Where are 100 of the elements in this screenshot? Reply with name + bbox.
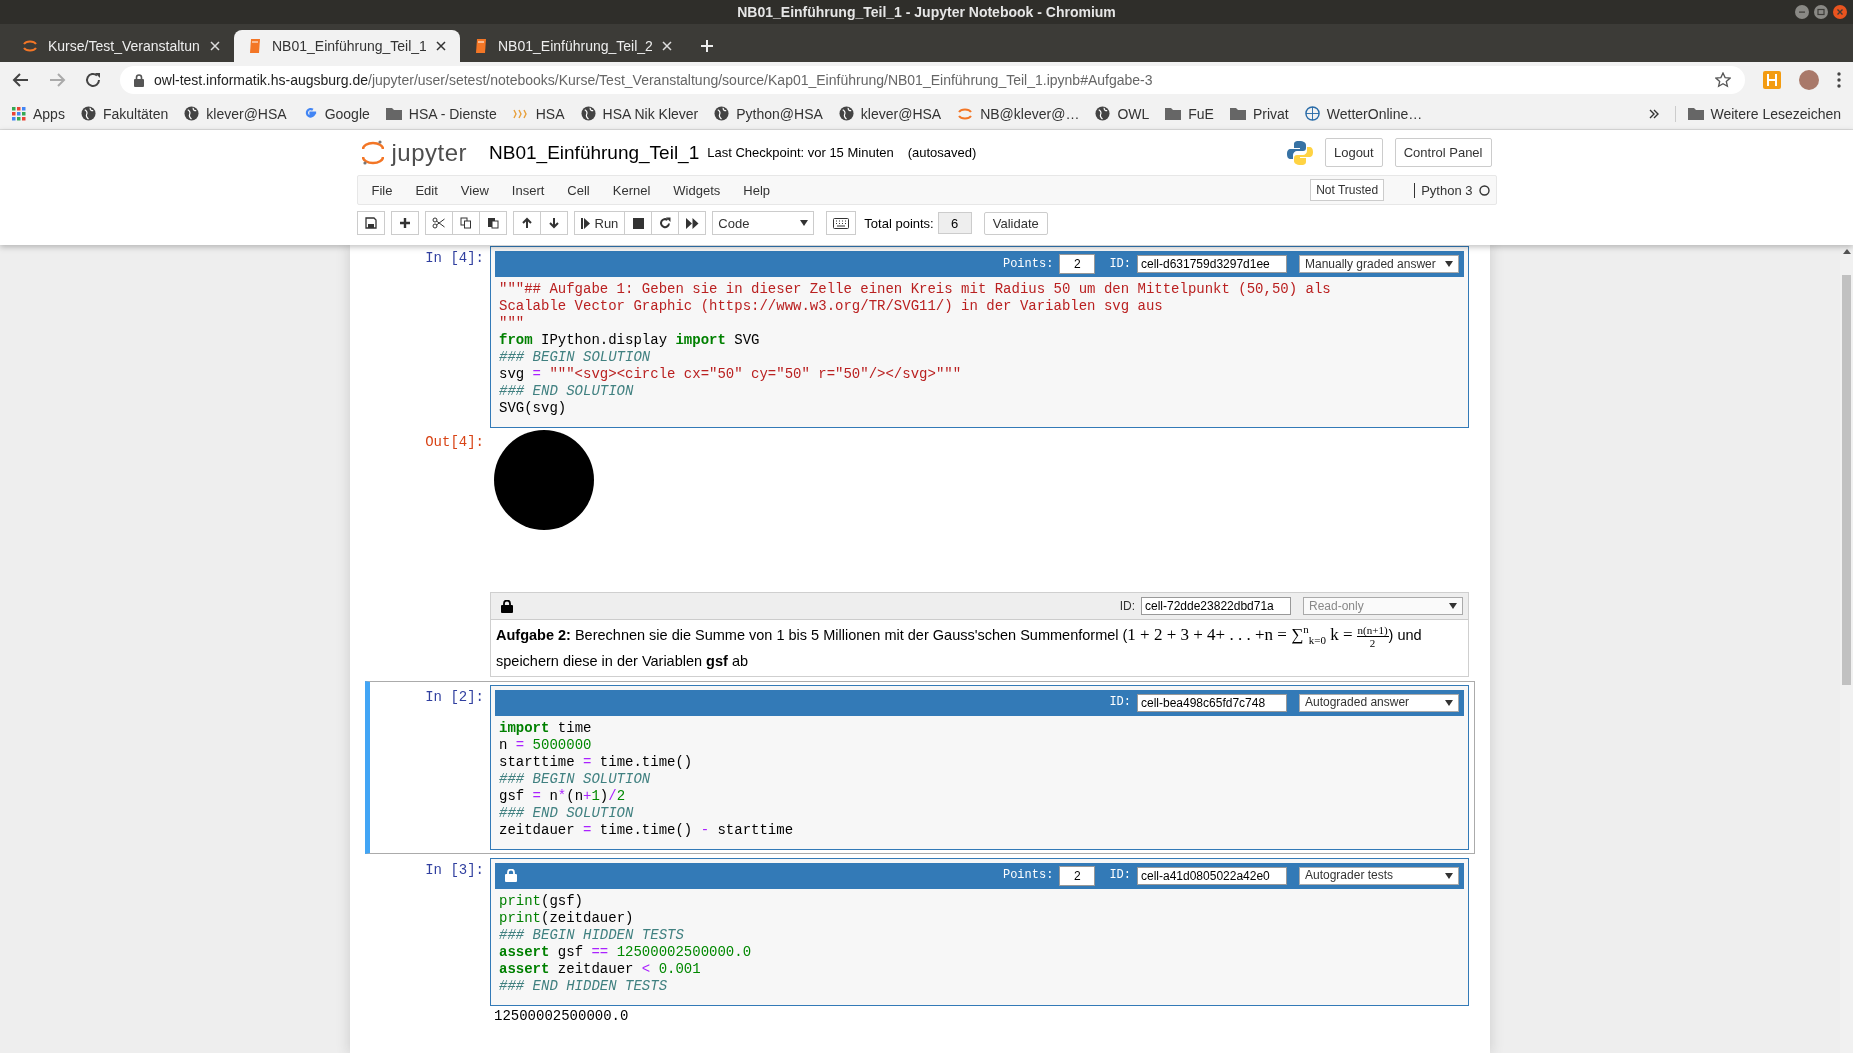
save-button[interactable]	[356, 211, 385, 235]
plus-icon	[398, 217, 411, 229]
bookmark[interactable]: Apps	[12, 105, 65, 122]
move-up-button[interactable]	[512, 211, 541, 235]
bookmark[interactable]: Fakultäten	[80, 105, 169, 122]
star-icon[interactable]	[1715, 72, 1731, 88]
cell-type-dropdown[interactable]: Manually graded answer	[1299, 255, 1459, 273]
bookmark[interactable]: HSA Nik Klever	[580, 105, 699, 122]
wave-icon	[512, 107, 529, 120]
chevron-icon[interactable]	[1648, 108, 1659, 119]
menu-item[interactable]: Insert	[503, 182, 560, 198]
header-button[interactable]: Logout	[1324, 138, 1383, 167]
more-icon[interactable]	[1837, 72, 1841, 88]
globe-icon	[714, 106, 730, 121]
cell-type-dropdown[interactable]: Code	[712, 211, 815, 235]
validate-button[interactable]: Validate	[983, 211, 1048, 235]
close-icon[interactable]	[436, 41, 446, 51]
code-line: ### END HIDDEN TESTS	[499, 977, 669, 995]
trust-button[interactable]: Not Trusted	[1310, 179, 1385, 201]
points-field[interactable]: 2	[1059, 865, 1096, 886]
stop-icon	[632, 217, 644, 229]
id-field[interactable]: cell-d631759d3297d1ee	[1137, 255, 1287, 273]
run-all-button[interactable]	[678, 211, 707, 235]
bookmark[interactable]: HSA	[512, 105, 565, 122]
code-line: ### END SOLUTION	[499, 804, 635, 822]
code-line: n = 5000000	[499, 736, 593, 754]
code-line: print(zeitdauer)	[499, 909, 635, 927]
caret-icon	[1445, 699, 1453, 706]
move-down-button[interactable]	[539, 211, 568, 235]
bookmark-label: klever@HSA	[206, 105, 287, 122]
notebook-cell[interactable]: In [2]: ID: cell-bea498c65fd7c748 Autograded answer import time n = 5000000 starttime = time.time() ### BEGIN SOLUTION gsf = n*(n+1)/2 ### END SOLUTION zeitdauer = time.time() - starttime	[365, 680, 1475, 854]
minimize-icon[interactable]	[1795, 5, 1809, 19]
id-field[interactable]: cell-a41d0805022a42e0	[1137, 866, 1287, 885]
bookmark-label: WetterOnline…	[1326, 105, 1423, 122]
bookmark[interactable]: Privat	[1229, 105, 1289, 122]
header-button[interactable]: Control Panel	[1394, 138, 1492, 167]
back-icon[interactable]	[12, 71, 30, 89]
bookmark[interactable]: FuE	[1165, 105, 1214, 122]
output-prompt: Out[4]:	[425, 434, 484, 450]
restart-icon	[659, 217, 672, 229]
keyboard-button[interactable]	[826, 211, 857, 235]
id-field[interactable]: cell-bea498c65fd7c748	[1137, 693, 1287, 712]
menu-item[interactable]: Widgets	[665, 182, 736, 198]
copy-button[interactable]	[451, 211, 480, 235]
globe-icon	[184, 106, 200, 121]
avatar-icon[interactable]	[1799, 70, 1819, 90]
bookmark[interactable]: NB@klever@…	[957, 105, 1080, 122]
scroll-thumb[interactable]	[1842, 275, 1851, 685]
bookmark[interactable]: Google	[302, 105, 370, 122]
paste-button[interactable]	[478, 211, 507, 235]
browser-tab[interactable]: Kurse/Test_Veranstaltun	[8, 30, 234, 62]
browser-tab[interactable]: NB01_Einführung_Teil_1	[234, 30, 460, 62]
browser-tab[interactable]: NB01_Einführung_Teil_2	[460, 30, 686, 62]
menu-item[interactable]: File	[363, 182, 408, 198]
points-field[interactable]: 2	[1059, 254, 1096, 274]
scissors-icon	[432, 217, 445, 229]
bookmark[interactable]: Weitere Lesezeichen	[1674, 105, 1841, 122]
id-label: ID:	[1109, 867, 1131, 885]
arrow-down-icon	[547, 217, 560, 229]
ring-icon	[22, 38, 38, 54]
menu-item[interactable]: View	[452, 182, 504, 198]
add-cell-button[interactable]	[390, 211, 419, 235]
bookmark-label: Fakultäten	[102, 105, 169, 122]
checkpoint-text: Last Checkpoint: vor 15 Minuten	[707, 145, 894, 160]
folder-icon	[1165, 107, 1182, 120]
bookmark[interactable]: klever@HSA	[184, 105, 287, 122]
reload-icon[interactable]	[84, 71, 102, 89]
step-icon	[580, 217, 590, 229]
menu-item[interactable]: Edit	[407, 182, 453, 198]
caret-icon	[1445, 872, 1453, 879]
cell-type-dropdown[interactable]: Autograder tests	[1299, 866, 1459, 885]
bookmark[interactable]: HSA - Dienste	[385, 105, 497, 122]
run-button[interactable]: Run	[573, 211, 626, 235]
maximize-icon[interactable]	[1814, 5, 1828, 19]
notebook-name[interactable]: NB01_Einführung_Teil_1	[489, 141, 700, 164]
stop-button[interactable]	[624, 211, 653, 235]
total-points-field[interactable]: 6	[937, 212, 972, 234]
restart-button[interactable]	[651, 211, 680, 235]
bookmark-label: HSA	[535, 105, 565, 122]
menu-item[interactable]: Kernel	[604, 182, 666, 198]
code-editor[interactable]: import time n = 5000000 starttime = time.time() ### BEGIN SOLUTION gsf = n*(n+1)/2 ### END SOLUTION zeitdauer = time.time() - starttime	[495, 715, 1464, 844]
menu-item[interactable]: Help	[735, 182, 786, 198]
bookmark[interactable]: WetterOnline…	[1304, 105, 1423, 122]
cut-button[interactable]	[424, 211, 453, 235]
code-editor[interactable]: print(gsf) print(zeitdauer) ### BEGIN HIDDEN TESTS assert gsf == 12500002500000.0 assert zeitdauer < 0.001 ### END HIDDEN TESTS	[495, 888, 1464, 1000]
autosave-text: (autosaved)	[907, 145, 977, 160]
id-label: ID:	[1109, 255, 1131, 273]
scroll-up-icon[interactable]	[1842, 249, 1851, 254]
window-title: NB01_Einführung_Teil_1 - Jupyter Notebook - Chromium	[737, 4, 1116, 20]
menu-item[interactable]: Cell	[559, 182, 605, 198]
bookmark[interactable]: klever@HSA	[838, 105, 942, 122]
bookmark[interactable]: Python@HSA	[714, 105, 823, 122]
url-text: owl-test.informatik.hs-augsburg.de/jupyter/user/setest/notebooks/Kurse/Test_Veranstaltung/source/Kap01_Einführung/NB01_Einführung_Teil_1.ipynb#Aufgabe-3	[154, 72, 1154, 88]
book-icon	[474, 38, 488, 54]
cell-type-dropdown[interactable]: Autograded answer	[1299, 693, 1459, 712]
code-line: from IPython.display import SVG	[499, 332, 761, 349]
bookmark[interactable]: OWL	[1095, 105, 1150, 122]
new-tab-icon[interactable]	[700, 39, 714, 53]
globe-icon	[80, 106, 96, 121]
address-field[interactable]: owl-test.informatik.hs-augsburg.de/jupyter/user/setest/notebooks/Kurse/Test_Veranstaltung/source/Kap01_Einführung/NB01_Einführung_Teil_1.ipynb#Aufgabe-3	[120, 66, 1745, 94]
